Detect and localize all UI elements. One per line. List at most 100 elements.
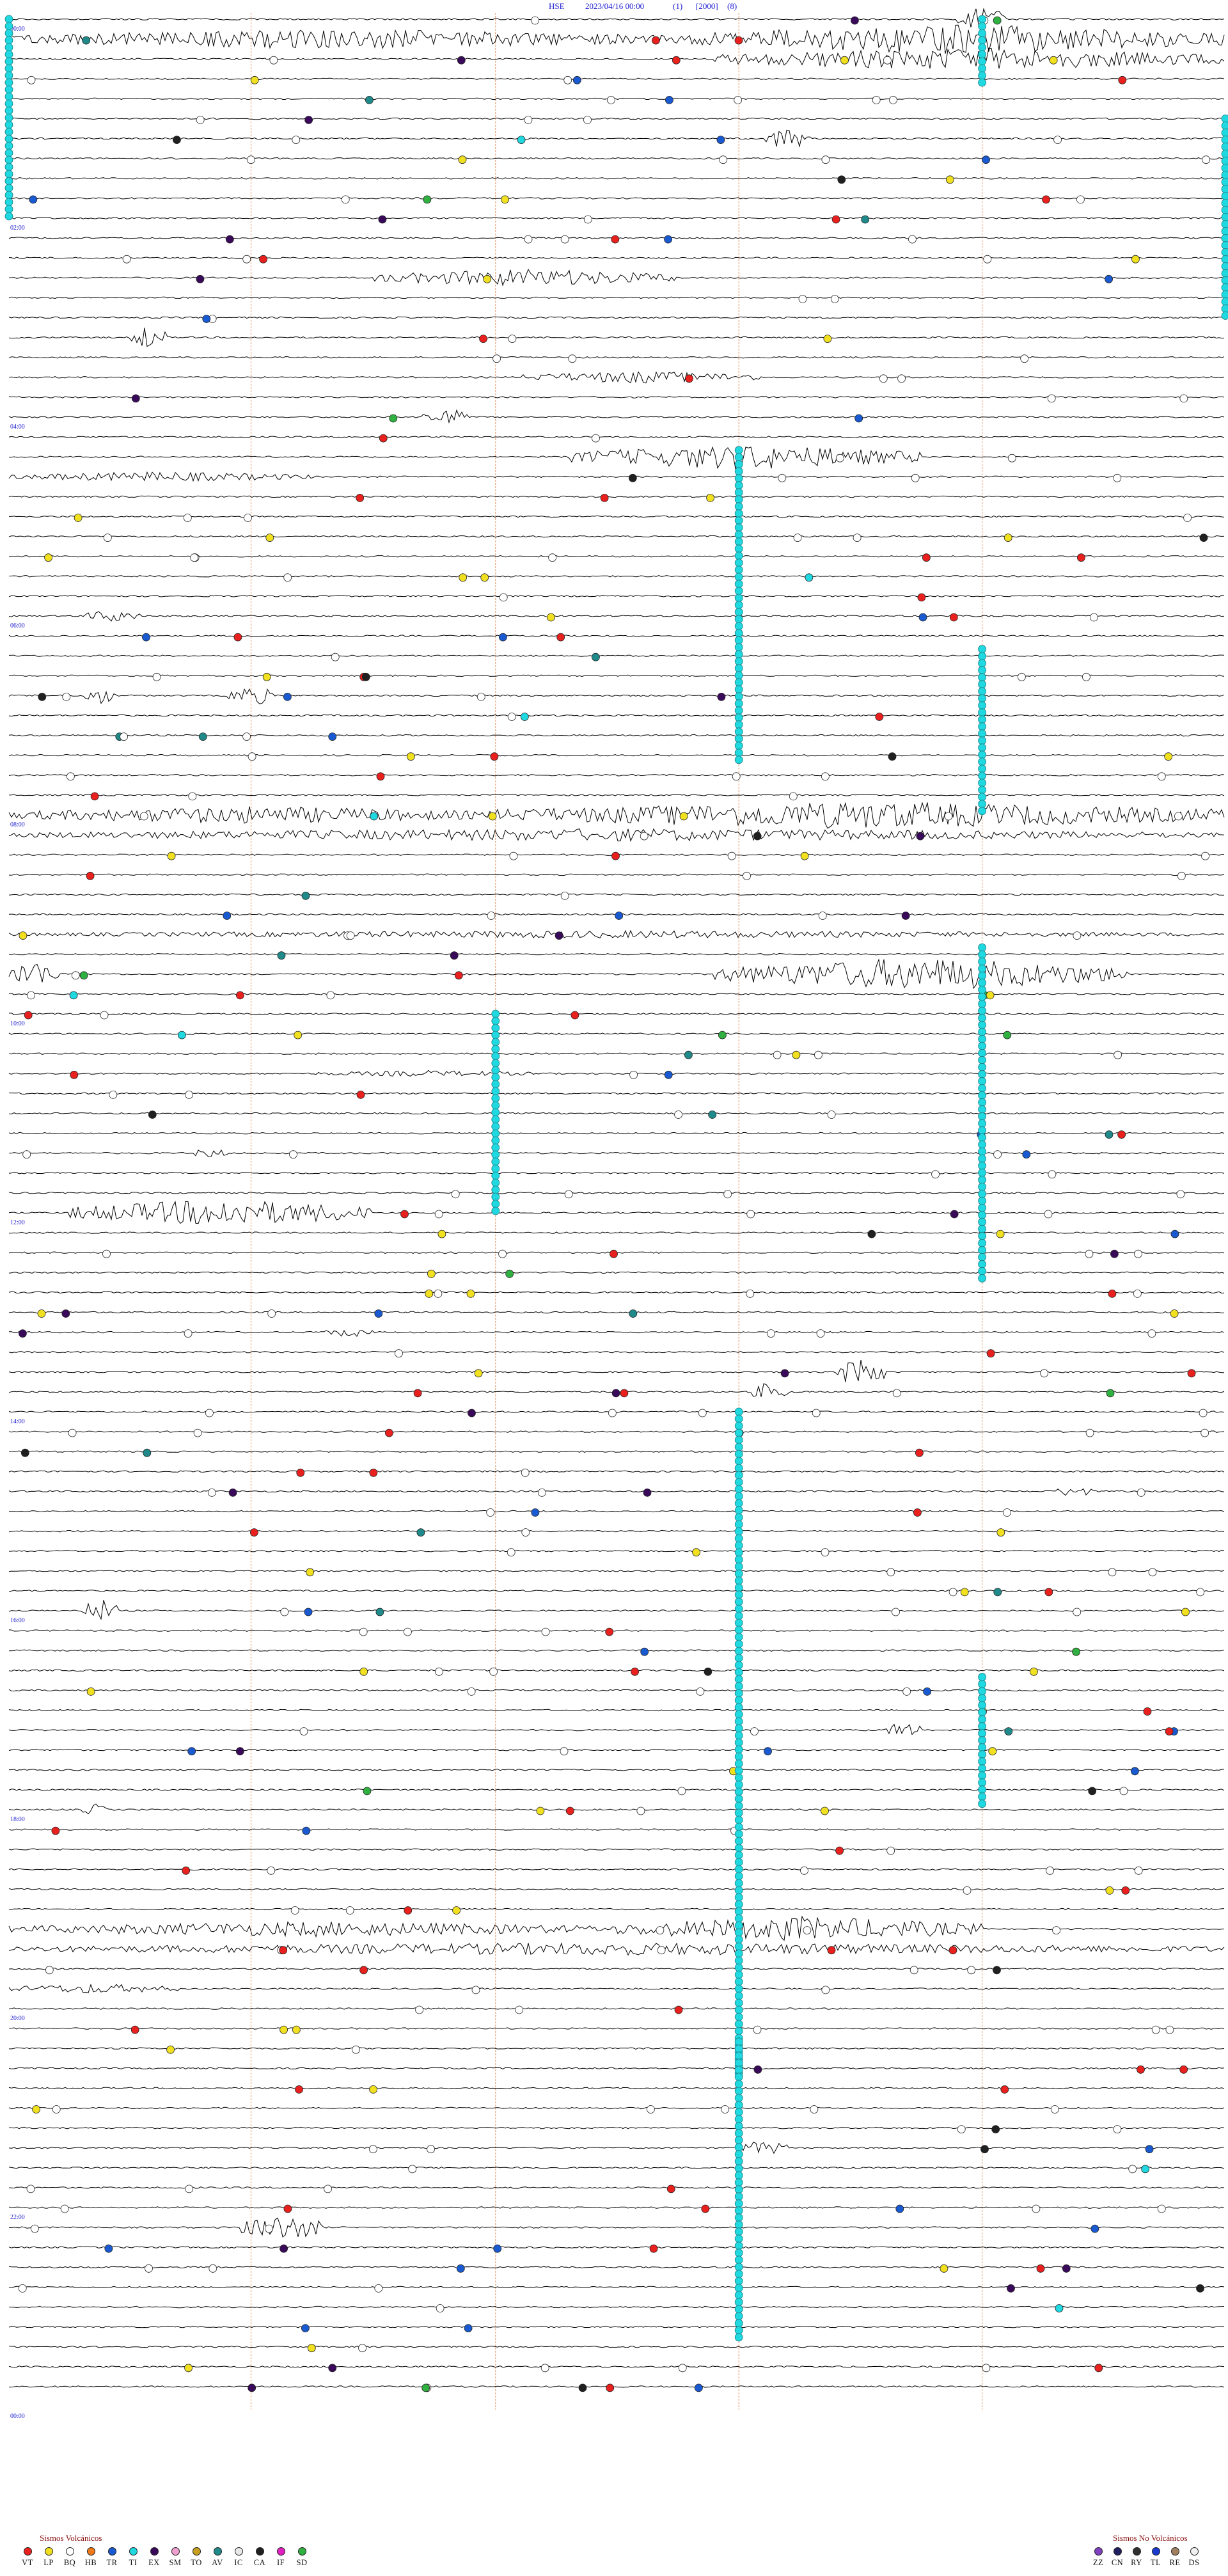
trace-line	[8, 1669, 1225, 1672]
event-marker-ti	[978, 1098, 986, 1107]
event-marker-ti	[978, 1154, 986, 1163]
event-marker-lp	[706, 494, 714, 502]
event-marker-bq	[122, 255, 131, 264]
event-marker-ti	[1221, 297, 1228, 306]
trace-line	[8, 2067, 1225, 2070]
event-marker-bq	[560, 1747, 569, 1756]
event-marker-bq	[507, 713, 516, 721]
event-marker-bq	[721, 2105, 730, 2114]
event-marker-bq	[346, 931, 355, 940]
event-marker-ti	[978, 652, 986, 661]
event-marker-ti	[978, 1020, 986, 1029]
hour-label: 00:00	[10, 2413, 25, 2420]
event-marker-ti	[978, 807, 986, 816]
trace-line	[8, 2305, 1225, 2309]
event-marker-bq	[1114, 1050, 1122, 1059]
event-marker-vt	[986, 1349, 995, 1358]
event-marker-lp	[184, 2364, 193, 2373]
event-marker-ti	[4, 106, 13, 115]
event-marker-bq	[289, 1150, 297, 1159]
trace-line	[9, 674, 1225, 677]
event-marker-ti	[978, 1161, 986, 1170]
event-marker-tr	[142, 633, 150, 642]
event-marker-bq	[778, 473, 787, 482]
trace-line	[8, 2167, 1225, 2169]
event-marker-lp	[988, 1747, 997, 1756]
event-marker-ti	[734, 1435, 743, 1444]
trace-line	[8, 2007, 1224, 2010]
legend-item-if: IF	[270, 2547, 292, 2568]
event-marker-ti	[978, 778, 986, 787]
event-marker-tr	[202, 315, 211, 323]
legend-item-sd: SD	[291, 2547, 313, 2568]
event-marker-bq	[498, 1249, 507, 1258]
trace-line	[8, 1828, 1225, 1831]
event-marker-ti	[734, 692, 743, 701]
event-marker-ti	[734, 713, 743, 722]
legend-item-ca: CA	[249, 2547, 271, 2568]
event-marker-ex	[950, 1210, 959, 1219]
legend-code-lp: LP	[43, 2558, 54, 2567]
legend-item-cn: CN	[1106, 2547, 1128, 2568]
event-marker-vt	[631, 1667, 639, 1676]
trace-line	[9, 1510, 1225, 1513]
event-marker-ti	[734, 2129, 743, 2138]
event-marker-ti	[4, 120, 13, 129]
event-marker-ti	[734, 1569, 743, 1578]
event-marker-ti	[734, 2227, 743, 2236]
event-marker-ti	[978, 1701, 986, 1710]
event-marker-bq	[1177, 871, 1186, 880]
event-marker-vt	[606, 2383, 615, 2392]
event-marker-ti	[734, 1872, 743, 1881]
event-marker-bq	[188, 792, 197, 801]
legend-code-re: RE	[1169, 2558, 1181, 2567]
event-marker-tr	[1022, 1150, 1031, 1159]
event-marker-ex	[450, 951, 459, 960]
event-marker-sd	[505, 1269, 514, 1278]
event-marker-bq	[139, 812, 148, 821]
event-marker-bq	[190, 553, 199, 562]
trace-line	[8, 2246, 1225, 2248]
event-marker-ti	[1221, 129, 1228, 137]
event-marker-ti	[734, 1942, 743, 1951]
trace-line	[8, 396, 1225, 399]
event-marker-ti	[734, 1717, 743, 1726]
event-marker-lp	[960, 1588, 969, 1597]
event-marker-bq	[358, 2344, 366, 2353]
event-marker-lp	[406, 752, 415, 761]
event-marker-ti	[978, 764, 986, 773]
event-marker-bq	[267, 1866, 276, 1875]
event-marker-vt	[404, 1906, 413, 1915]
event-marker-ti	[1221, 115, 1228, 123]
event-marker-ti	[978, 1196, 986, 1205]
trace-line	[8, 1410, 1225, 1413]
event-marker-bq	[798, 294, 807, 303]
legend-dot-ds	[1190, 2547, 1199, 2556]
event-marker-ti	[978, 1757, 986, 1766]
event-marker-ti	[734, 1900, 743, 1909]
event-marker-ti	[978, 1799, 986, 1808]
event-marker-ex	[717, 693, 726, 701]
event-marker-ti	[734, 594, 743, 603]
trace-line	[8, 1570, 1225, 1572]
event-marker-bq	[1128, 2165, 1137, 2174]
event-marker-ti	[1221, 199, 1228, 207]
event-marker-ti	[491, 1157, 500, 1166]
event-marker-bq	[434, 1290, 443, 1298]
event-marker-ti	[4, 43, 13, 52]
event-marker-vt	[400, 1210, 409, 1219]
event-marker-ti	[4, 22, 13, 31]
event-marker-bq	[1018, 672, 1026, 681]
event-marker-bq	[1052, 1926, 1060, 1935]
event-marker-ti	[734, 2019, 743, 2028]
event-marker-tr	[104, 2244, 113, 2253]
event-marker-vt	[666, 2185, 675, 2193]
event-marker-bq	[909, 1966, 918, 1975]
event-marker-ti	[978, 771, 986, 780]
event-marker-ti	[734, 706, 743, 715]
trace-line	[8, 1709, 1225, 1712]
event-marker-tr	[1131, 1767, 1139, 1776]
event-marker-ti	[978, 1091, 986, 1100]
event-marker-bq	[800, 1866, 808, 1875]
event-marker-ti	[734, 1450, 743, 1458]
